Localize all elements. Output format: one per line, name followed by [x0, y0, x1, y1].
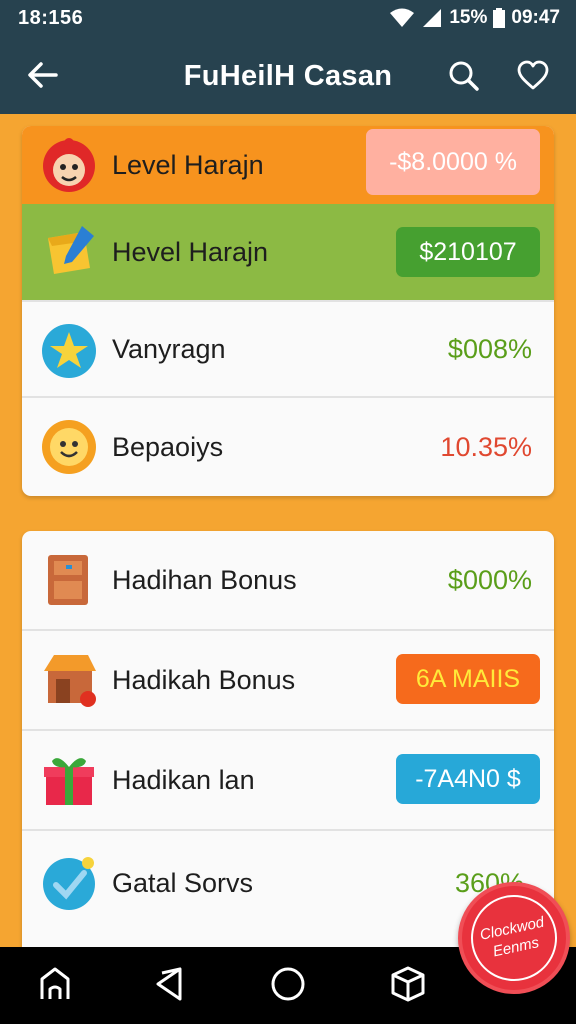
gift-box-icon: [44, 758, 94, 805]
top-bar: 18:156 15% 09:47 FuHeilH Casan: [0, 0, 576, 114]
home-circle-icon[interactable]: [269, 965, 307, 1003]
search-icon[interactable]: [448, 60, 480, 92]
heart-icon[interactable]: [517, 60, 549, 92]
row-label: Vanyragn: [112, 333, 226, 364]
list-item[interactable]: Hadikah Bonus 6A MAIIS: [22, 631, 554, 731]
market-stall-icon: [44, 655, 96, 707]
row-label: Hadikah Bonus: [112, 664, 296, 695]
list-item[interactable]: Level Harajn -$8.0000 %: [22, 126, 554, 204]
status-time: 18:156: [18, 7, 84, 29]
status-bar: 18:156 15% 09:47: [0, 0, 576, 36]
row-label: Hadikan lan: [112, 764, 255, 795]
list-item[interactable]: Vanyragn $008%: [22, 300, 554, 398]
status-clock: 09:47: [511, 7, 560, 28]
row-value: $210107: [419, 237, 517, 266]
row-value: 6A MAIIS: [415, 664, 521, 693]
list-item[interactable]: Bepaoiys 10.35%: [22, 398, 554, 496]
box-pencil-icon: [48, 226, 94, 274]
row-label: Hadihan Bonus: [112, 564, 297, 595]
row-value: -7A4N0 $: [415, 764, 521, 793]
back-triangle-icon[interactable]: [152, 965, 190, 1003]
row-value: $000%: [447, 564, 532, 595]
page-title: FuHeilH Casan: [183, 60, 393, 92]
cabinet-icon: [48, 555, 88, 605]
home-icon[interactable]: [36, 965, 74, 1003]
row-value: -$8.0000 %: [389, 147, 517, 176]
rewards-card-top: Level Harajn -$8.0000 % Hevel Harajn $21…: [22, 126, 554, 496]
floating-badge-button[interactable]: Clockwod Eenms: [458, 882, 570, 994]
list-item[interactable]: Hadihan Bonus $000%: [22, 531, 554, 631]
battery-percent: 15%: [449, 7, 488, 28]
signal-icon: [423, 9, 442, 27]
value-pill: $210107: [396, 227, 540, 277]
value-pill: -$8.0000 %: [366, 129, 540, 195]
value-pill: 6A MAIIS: [396, 654, 540, 704]
row-label: Gatal Sorvs: [112, 868, 254, 898]
row-label: Hevel Harajn: [112, 236, 269, 267]
monkey-icon: [43, 138, 95, 192]
wifi-icon: [390, 8, 415, 27]
row-value: 10.35%: [440, 431, 532, 462]
battery-icon: [493, 8, 506, 28]
cube-icon[interactable]: [389, 965, 427, 1003]
app-bar: FuHeilH Casan: [0, 36, 576, 114]
row-label: Bepaoiys: [112, 431, 224, 462]
check-badge-icon: [43, 857, 95, 910]
list-item[interactable]: Hadikan lan -7A4N0 $: [22, 731, 554, 831]
list-item[interactable]: Hevel Harajn $210107: [22, 204, 554, 300]
row-label: Level Harajn: [112, 149, 264, 180]
value-pill: -7A4N0 $: [396, 754, 540, 804]
status-right: 15% 09:47: [389, 7, 560, 29]
smiley-coin-icon: [42, 420, 96, 474]
bonus-card-bottom: Hadihan Bonus $000% Hadikah Bonus 6A MAI…: [22, 531, 554, 949]
star-badge-icon: [42, 324, 96, 378]
row-value: $008%: [447, 333, 532, 364]
badge-ring: Clockwod Eenms: [462, 886, 566, 990]
